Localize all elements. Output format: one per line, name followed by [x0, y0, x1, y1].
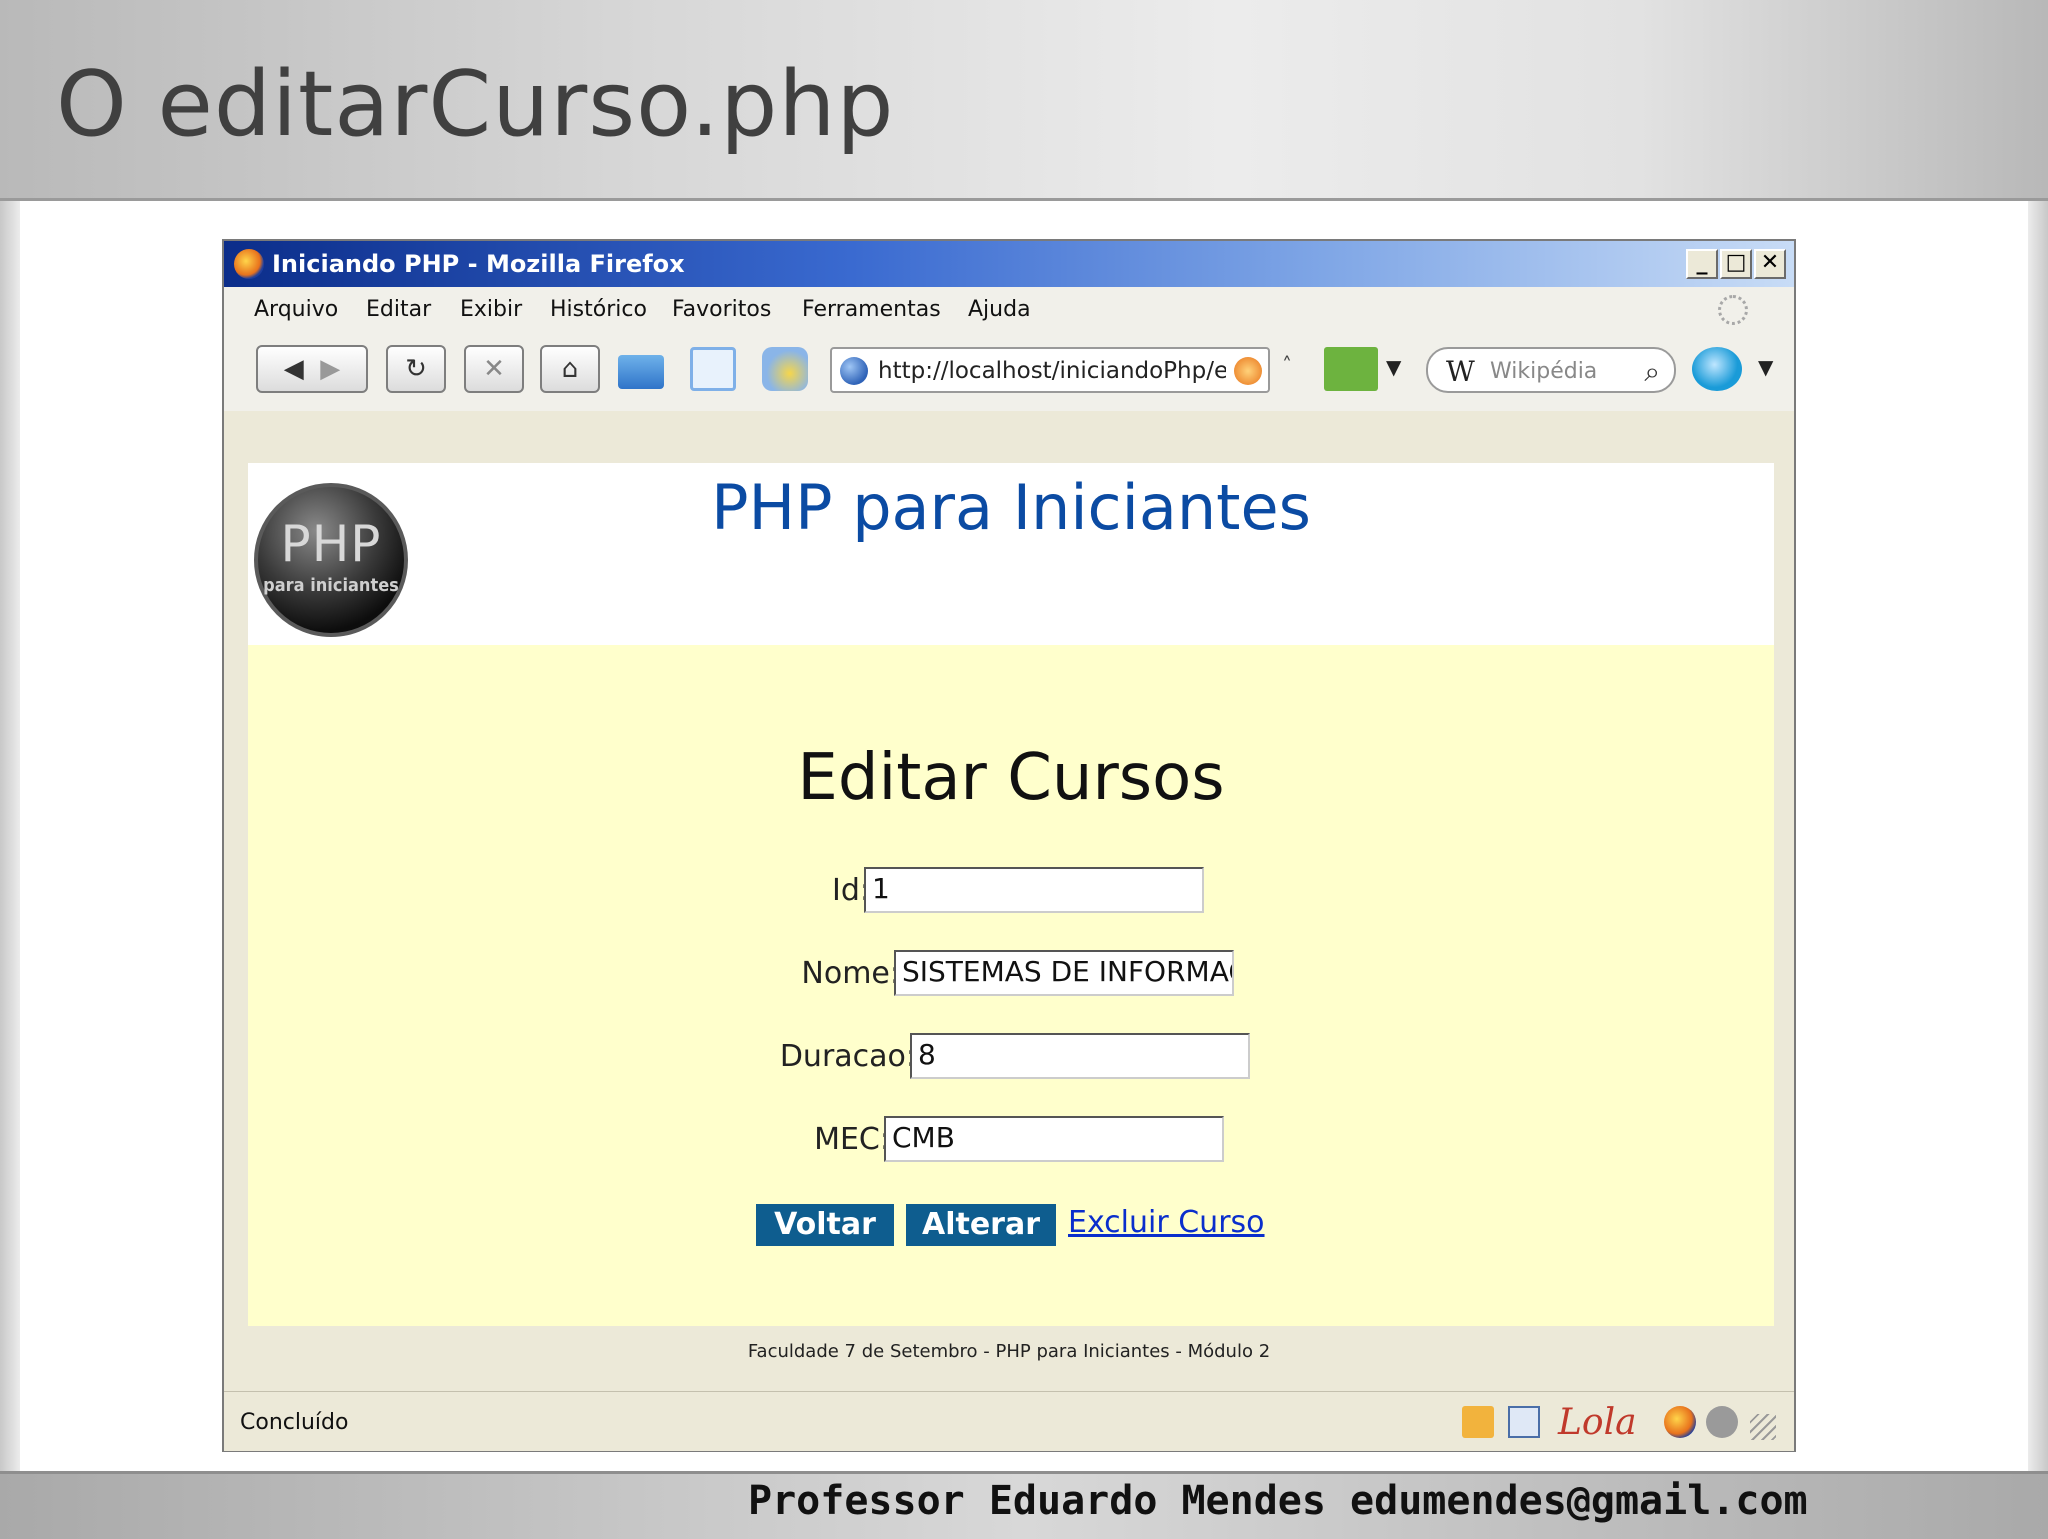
excluir-curso-link[interactable]: Excluir Curso	[1068, 1205, 1265, 1240]
screen-icon[interactable]	[690, 347, 736, 391]
menu-exibir[interactable]: Exibir	[460, 297, 522, 322]
id-field[interactable]: 1	[864, 867, 1204, 913]
menu-favoritos[interactable]: Favoritos	[672, 297, 771, 322]
nome-label: Nome:	[801, 956, 900, 991]
reload-button[interactable]: ↻	[386, 345, 446, 393]
go-icon[interactable]	[1234, 357, 1262, 385]
alterar-button[interactable]: Alterar	[906, 1204, 1056, 1246]
search-placeholder[interactable]: Wikipédia	[1490, 359, 1597, 384]
url-dropdown-icon[interactable]: ˄	[1282, 353, 1292, 377]
window-title: Iniciando PHP - Mozilla Firefox	[272, 250, 685, 278]
menu-arquivo[interactable]: Arquivo	[254, 297, 338, 322]
search-icon[interactable]: ⌕	[1644, 355, 1660, 389]
mec-label: MEC:	[814, 1122, 890, 1157]
form-title: Editar Cursos	[797, 741, 1225, 815]
duracao-field[interactable]: 8	[910, 1033, 1250, 1079]
slide-title: O editarCurso.php	[56, 52, 895, 157]
wikipedia-icon[interactable]: W	[1446, 355, 1475, 388]
web-page: PHP para iniciantes PHP para Iniciantes …	[248, 463, 1774, 1326]
search-bar[interactable]: W Wikipédia ⌕	[1426, 347, 1676, 393]
form-row-nome: Nome: SISTEMAS DE INFORMAÇÃO	[248, 950, 1774, 998]
status-bar: Concluído Lola	[224, 1391, 1794, 1451]
form-row-mec: MEC: CMB	[248, 1116, 1774, 1164]
menu-bar: Arquivo Editar Exibir Histórico Favorito…	[224, 287, 1794, 331]
stop-icon: ✕	[483, 354, 505, 384]
noscript-icon[interactable]	[1706, 1406, 1738, 1438]
menu-ferramentas[interactable]: Ferramentas	[802, 297, 941, 322]
home-icon: ⌂	[561, 354, 579, 384]
status-text: Concluído	[240, 1410, 349, 1435]
page-footer: Faculdade 7 de Setembro - PHP para Inici…	[747, 1341, 1271, 1362]
pages-icon[interactable]	[1508, 1406, 1540, 1438]
browser-window: Iniciando PHP - Mozilla Firefox _ □ ✕ Ar…	[222, 239, 1796, 1452]
resize-grip-icon[interactable]	[1750, 1414, 1776, 1440]
folder-icon[interactable]	[618, 355, 664, 389]
window-titlebar[interactable]: Iniciando PHP - Mozilla Firefox _ □ ✕	[224, 241, 1794, 287]
duracao-label: Duracao:	[779, 1039, 916, 1074]
menu-ajuda[interactable]: Ajuda	[968, 297, 1031, 322]
lola-logo[interactable]: Lola	[1558, 1402, 1637, 1443]
home-button[interactable]: ⌂	[540, 345, 600, 393]
content-area: Editar Cursos Id: 1 Nome: SISTEMAS DE IN…	[248, 645, 1774, 1326]
navigation-toolbar: ◀ ▶ ↻ ✕ ⌂ http://localhost/iniciandoPhp/…	[224, 331, 1794, 411]
stats-dropdown-icon[interactable]: ▼	[1386, 355, 1401, 379]
menu-editar[interactable]: Editar	[366, 297, 431, 322]
back-arrow-icon[interactable]: ◀	[284, 354, 304, 384]
edit-icon[interactable]	[1462, 1406, 1494, 1438]
stop-button[interactable]: ✕	[464, 345, 524, 393]
stats-icon[interactable]	[1324, 347, 1378, 391]
firefox-status-icon[interactable]	[1664, 1406, 1696, 1438]
site-title: PHP para Iniciantes	[711, 471, 1311, 544]
voltar-button[interactable]: Voltar	[756, 1204, 894, 1246]
minimize-button[interactable]: _	[1686, 249, 1718, 279]
globe-icon	[840, 357, 868, 385]
close-button[interactable]: ✕	[1754, 249, 1786, 279]
nome-field[interactable]: SISTEMAS DE INFORMAÇÃO	[894, 950, 1234, 996]
mec-field[interactable]: CMB	[884, 1116, 1224, 1162]
form-row-id: Id: 1	[248, 867, 1774, 915]
menu-historico[interactable]: Histórico	[550, 297, 647, 322]
slide-footer-text: Professor Eduardo Mendes edumendes@gmail…	[748, 1478, 1808, 1524]
forward-arrow-icon[interactable]: ▶	[320, 354, 340, 384]
slide-side-left	[0, 201, 20, 1471]
back-forward-button[interactable]: ◀ ▶	[256, 345, 368, 393]
reload-icon: ↻	[405, 354, 427, 384]
throbber-icon	[1718, 295, 1748, 325]
url-text[interactable]: http://localhost/iniciandoPhp/editarCurs…	[878, 358, 1226, 384]
skype-dropdown-icon[interactable]: ▼	[1758, 355, 1773, 379]
form-row-duracao: Duracao: 8	[248, 1033, 1774, 1081]
url-bar[interactable]: http://localhost/iniciandoPhp/editarCurs…	[830, 347, 1270, 393]
skype-icon[interactable]	[1692, 347, 1742, 391]
firefox-icon	[234, 249, 264, 279]
addon-icon[interactable]	[762, 347, 808, 391]
slide-side-right	[2028, 201, 2048, 1471]
logo-subtext: para iniciantes	[263, 575, 399, 596]
maximize-button[interactable]: □	[1720, 249, 1752, 279]
